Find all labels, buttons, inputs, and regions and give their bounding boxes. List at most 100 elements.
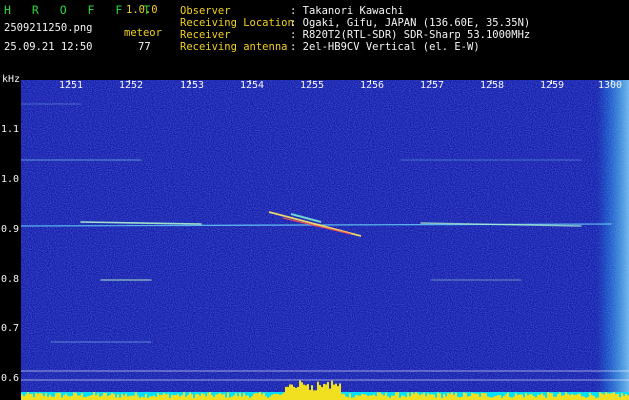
- band-bar: [87, 396, 89, 400]
- band-bar: [385, 392, 387, 400]
- band-bar: [569, 395, 571, 400]
- x-tick-label: 1300: [598, 80, 623, 91]
- band-bar: [293, 386, 295, 400]
- band-bar: [495, 395, 497, 400]
- band-bar: [129, 395, 131, 400]
- band-bar: [163, 392, 165, 400]
- band-bar: [339, 383, 341, 400]
- right-edge-noise: [597, 80, 629, 400]
- band-bar: [475, 393, 477, 400]
- band-bar: [183, 392, 185, 400]
- x-tick-label: 1254: [240, 80, 265, 91]
- band-bar: [599, 392, 601, 400]
- y-tick-label: 1.1: [1, 124, 20, 135]
- band-bar: [325, 384, 327, 400]
- band-bar: [237, 396, 239, 400]
- band-bar: [449, 393, 451, 400]
- band-bar: [217, 393, 219, 400]
- band-bar: [205, 396, 207, 400]
- band-bar: [593, 396, 595, 400]
- band-bar: [359, 395, 361, 400]
- band-bar: [265, 396, 267, 400]
- band-bar: [259, 392, 261, 400]
- observer-value: : Takanori Kawachi: [290, 5, 404, 17]
- band-bar: [133, 395, 135, 400]
- band-bar: [367, 395, 369, 400]
- band-bar: [363, 394, 365, 400]
- band-bar: [95, 395, 97, 400]
- band-bar: [177, 394, 179, 400]
- band-bar: [377, 392, 379, 400]
- band-bar: [507, 392, 509, 400]
- band-bar: [531, 394, 533, 400]
- band-bar: [561, 395, 563, 400]
- band-bar: [219, 392, 221, 400]
- band-bar: [617, 393, 619, 400]
- band-bar: [373, 394, 375, 400]
- band-bar: [557, 393, 559, 400]
- band-bar: [239, 392, 241, 400]
- band-bar: [443, 394, 445, 400]
- band-bar: [71, 395, 73, 400]
- band-bar: [361, 393, 363, 400]
- band-bar: [327, 381, 329, 400]
- band-bar: [55, 393, 57, 400]
- band-bar: [527, 395, 529, 400]
- band-bar: [401, 395, 403, 400]
- band-bar: [413, 393, 415, 400]
- band-bar: [227, 392, 229, 400]
- band-bar: [563, 395, 565, 400]
- band-bar: [279, 395, 281, 400]
- band-bar: [397, 392, 399, 400]
- band-bar: [439, 393, 441, 400]
- band-bar: [345, 396, 347, 400]
- band-bar: [529, 394, 531, 400]
- band-bar: [97, 393, 99, 400]
- band-bar: [257, 393, 259, 400]
- band-bar: [571, 393, 573, 400]
- band-bar: [343, 393, 345, 400]
- band-bar: [315, 390, 317, 400]
- band-bar: [23, 396, 25, 400]
- band-bar: [45, 393, 47, 400]
- band-bar: [453, 394, 455, 400]
- band-bar: [551, 393, 553, 400]
- band-bar: [51, 396, 53, 400]
- band-bar: [403, 395, 405, 400]
- band-bar: [417, 393, 419, 400]
- band-bar: [247, 395, 249, 400]
- band-bar: [409, 396, 411, 400]
- band-bar: [261, 394, 263, 400]
- band-bar: [65, 393, 67, 400]
- band-bar: [235, 393, 237, 400]
- band-bar: [161, 394, 163, 400]
- hrofft-screen: H R O F F T 1.0.0 2509211250.png meteor …: [0, 0, 629, 400]
- band-bar: [105, 393, 107, 400]
- band-bar: [317, 381, 319, 400]
- band-bar: [483, 393, 485, 400]
- band-bar: [171, 394, 173, 400]
- band-bar: [241, 396, 243, 400]
- band-bar: [141, 396, 143, 400]
- band-bar: [89, 395, 91, 400]
- band-bar: [107, 396, 109, 400]
- band-bar: [233, 395, 235, 400]
- band-bar: [609, 393, 611, 400]
- x-tick-label: 1253: [180, 80, 205, 91]
- band-bar: [341, 393, 343, 400]
- band-bar: [615, 394, 617, 400]
- band-bar: [323, 383, 325, 400]
- band-bar: [463, 392, 465, 400]
- band-bar: [423, 392, 425, 400]
- band-bar: [173, 395, 175, 400]
- band-bar: [623, 395, 625, 400]
- spectrogram: [21, 80, 629, 400]
- band-bar: [75, 392, 77, 400]
- band-bar: [473, 393, 475, 400]
- band-bar: [295, 387, 297, 400]
- band-bar: [497, 395, 499, 400]
- datetime: 25.09.21 12:50: [4, 41, 93, 53]
- band-bar: [605, 392, 607, 400]
- band-bar: [521, 394, 523, 400]
- band-bar: [255, 393, 257, 400]
